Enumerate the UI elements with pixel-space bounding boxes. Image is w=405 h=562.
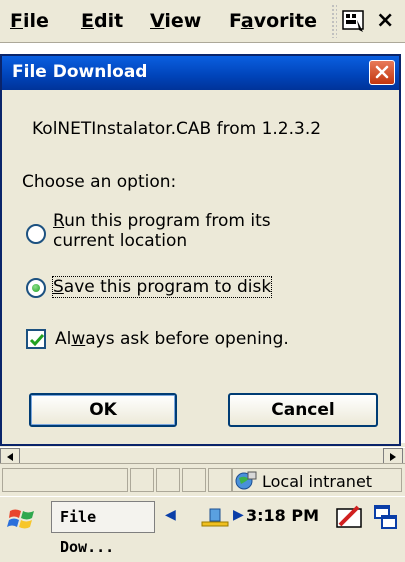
horizontal-scrollbar[interactable] — [0, 447, 405, 464]
menu-view[interactable]: View — [150, 10, 201, 32]
windows-start-icon[interactable] — [6, 505, 42, 531]
run-program-label[interactable]: Run this program from its current locati… — [53, 211, 271, 251]
dialog-title: File Download — [12, 62, 148, 82]
taskbar: File Dow... ◀ ▶ 3:18 PM — [0, 496, 405, 556]
task-file-download[interactable]: File Dow... — [51, 501, 155, 556]
ok-button[interactable]: OK — [29, 393, 177, 427]
choose-option-label: Choose an option: — [22, 172, 177, 192]
file-download-dialog: File Download KolNETInstalator.CAB from … — [0, 54, 401, 446]
scroll-left-button[interactable] — [0, 448, 20, 464]
menu-grip — [331, 4, 337, 38]
scroll-right-button[interactable] — [383, 448, 403, 464]
network-icon[interactable] — [198, 505, 232, 529]
zone-label: Local intranet — [262, 472, 373, 491]
dialog-close-button[interactable] — [369, 60, 395, 85]
radio-selected-dot — [32, 284, 40, 292]
status-cell — [130, 468, 154, 492]
file-source-text: KolNETInstalator.CAB from 1.2.3.2 — [32, 119, 322, 139]
keyboard-icon[interactable] — [339, 6, 367, 36]
input-panel-icon[interactable] — [334, 503, 364, 531]
close-icon — [375, 65, 389, 79]
status-cell — [156, 468, 180, 492]
arrow-left-icon — [7, 453, 13, 461]
intranet-globe-icon — [235, 471, 257, 490]
menu-edit[interactable]: Edit — [81, 10, 123, 32]
close-icon[interactable]: × — [376, 8, 394, 33]
checkmark-icon — [29, 334, 45, 347]
tray-arrow-icon: ▶ — [233, 507, 244, 523]
cancel-button[interactable]: Cancel — [228, 393, 378, 427]
menu-bar: File Edit View Favorite × — [0, 0, 405, 43]
menu-file[interactable]: File — [10, 10, 49, 32]
arrow-right-icon — [390, 453, 396, 461]
clock[interactable]: 3:18 PM — [246, 506, 319, 525]
status-cell — [182, 468, 206, 492]
always-ask-checkbox[interactable] — [26, 329, 46, 349]
status-cell-main — [2, 468, 128, 492]
save-program-label[interactable]: Save this program to disk — [51, 276, 273, 298]
save-program-radio[interactable] — [26, 278, 46, 298]
run-program-radio[interactable] — [26, 224, 46, 244]
status-cell — [208, 468, 232, 492]
menu-favorites[interactable]: Favorite — [229, 10, 317, 32]
always-ask-label[interactable]: Always ask before opening. — [55, 329, 289, 349]
desktop-windows-icon[interactable] — [372, 502, 400, 532]
status-bar: Local intranet — [0, 463, 405, 496]
dialog-titlebar: File Download — [2, 56, 399, 90]
tray-scroll-left-icon[interactable]: ◀ — [165, 507, 176, 523]
